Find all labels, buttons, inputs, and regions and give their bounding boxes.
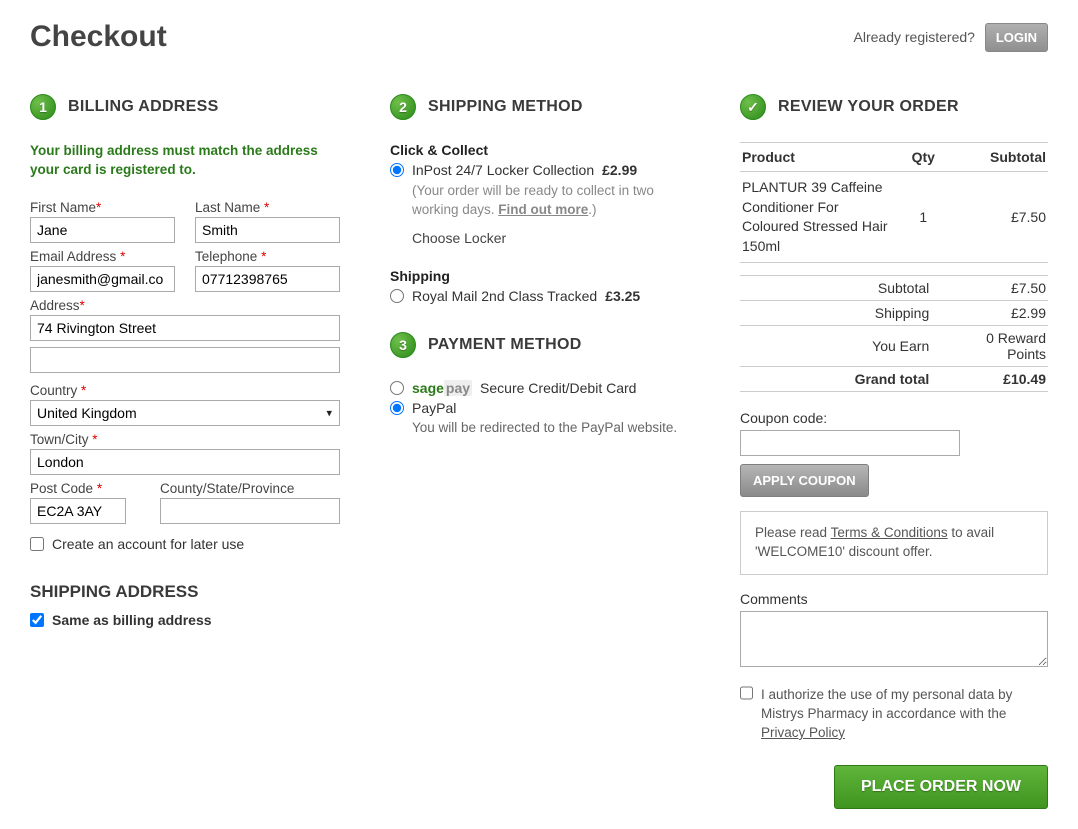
apply-coupon-button[interactable]: APPLY COUPON [740, 464, 869, 497]
authorize-checkbox[interactable] [740, 686, 753, 700]
sagepay-logo: sagepay [412, 380, 472, 396]
inpost-price: £2.99 [602, 162, 637, 178]
shipping-label: Shipping [740, 301, 953, 326]
earn-value: 0 Reward Points [953, 326, 1048, 367]
privacy-policy-link[interactable]: Privacy Policy [761, 725, 845, 740]
step-2-badge: 2 [390, 94, 416, 120]
email-input[interactable] [30, 266, 175, 292]
earn-label: You Earn [740, 326, 953, 367]
telephone-label: Telephone [195, 249, 257, 264]
authorize-text: I authorize the use of my personal data … [761, 686, 1048, 743]
first-name-label: First Name [30, 200, 96, 215]
same-as-billing-checkbox[interactable] [30, 613, 44, 627]
page-title: Checkout [30, 20, 167, 54]
shipping-method-heading: SHIPPING METHOD [428, 98, 583, 116]
login-button[interactable]: LOGIN [985, 23, 1048, 52]
county-label: County/State/Province [160, 481, 294, 496]
item-subtotal: £7.50 [953, 172, 1048, 263]
step-1-badge: 1 [30, 94, 56, 120]
login-area: Already registered? LOGIN [854, 23, 1048, 52]
country-select[interactable]: United Kingdom [30, 400, 340, 426]
choose-locker-link[interactable]: Choose Locker [412, 230, 690, 246]
order-table: Product Qty Subtotal PLANTUR 39 Caffeine… [740, 142, 1048, 392]
find-out-more-link[interactable]: Find out more [498, 202, 588, 217]
last-name-label: Last Name [195, 200, 260, 215]
sagepay-label: Secure Credit/Debit Card [480, 380, 636, 396]
address-label: Address [30, 298, 80, 313]
payment-method-heading: PAYMENT METHOD [428, 336, 582, 354]
postcode-label: Post Code [30, 481, 93, 496]
royal-mail-label: Royal Mail 2nd Class Tracked [412, 288, 597, 304]
item-name: PLANTUR 39 Caffeine Conditioner For Colo… [740, 172, 893, 263]
sagepay-radio[interactable] [390, 381, 404, 395]
subtotal-label: Subtotal [740, 276, 953, 301]
paypal-note: You will be redirected to the PayPal web… [412, 420, 690, 435]
address1-input[interactable] [30, 315, 340, 341]
inpost-note: (Your order will be ready to collect in … [412, 182, 690, 220]
item-qty: 1 [893, 172, 953, 263]
step-3-badge: 3 [390, 332, 416, 358]
county-input[interactable] [160, 498, 340, 524]
subtotal-value: £7.50 [953, 276, 1048, 301]
last-name-input[interactable] [195, 217, 340, 243]
grand-total-label: Grand total [740, 367, 953, 392]
terms-link[interactable]: Terms & Conditions [831, 525, 948, 540]
comments-textarea[interactable] [740, 611, 1048, 667]
address2-input[interactable] [30, 347, 340, 373]
telephone-input[interactable] [195, 266, 340, 292]
billing-address-heading: BILLING ADDRESS [68, 98, 219, 116]
inpost-label: InPost 24/7 Locker Collection [412, 162, 594, 178]
coupon-input[interactable] [740, 430, 960, 456]
shipping-value: £2.99 [953, 301, 1048, 326]
first-name-input[interactable] [30, 217, 175, 243]
email-label: Email Address [30, 249, 116, 264]
create-account-label: Create an account for later use [52, 536, 244, 552]
inpost-radio[interactable] [390, 163, 404, 177]
same-as-billing-label: Same as billing address [52, 612, 212, 628]
town-label: Town/City [30, 432, 89, 447]
royal-mail-price: £3.25 [605, 288, 640, 304]
terms-box: Please read Terms & Conditions to avail … [740, 511, 1048, 575]
review-order-heading: REVIEW YOUR ORDER [778, 98, 959, 116]
col-subtotal: Subtotal [953, 143, 1048, 172]
paypal-radio[interactable] [390, 401, 404, 415]
paypal-label: PayPal [412, 400, 456, 416]
shipping-address-heading: SHIPPING ADDRESS [30, 582, 340, 602]
review-check-badge [740, 94, 766, 120]
postcode-input[interactable] [30, 498, 126, 524]
col-product: Product [740, 143, 893, 172]
town-input[interactable] [30, 449, 340, 475]
royal-mail-radio[interactable] [390, 289, 404, 303]
already-registered-text: Already registered? [854, 29, 975, 45]
col-qty: Qty [893, 143, 953, 172]
place-order-button[interactable]: PLACE ORDER NOW [834, 765, 1048, 809]
click-collect-group: Click & Collect [390, 142, 690, 158]
comments-label: Comments [740, 591, 1048, 607]
shipping-group: Shipping [390, 268, 690, 284]
grand-total-value: £10.49 [953, 367, 1048, 392]
country-label: Country [30, 383, 77, 398]
coupon-label: Coupon code: [740, 410, 1048, 426]
create-account-checkbox[interactable] [30, 537, 44, 551]
billing-notice: Your billing address must match the addr… [30, 142, 340, 180]
